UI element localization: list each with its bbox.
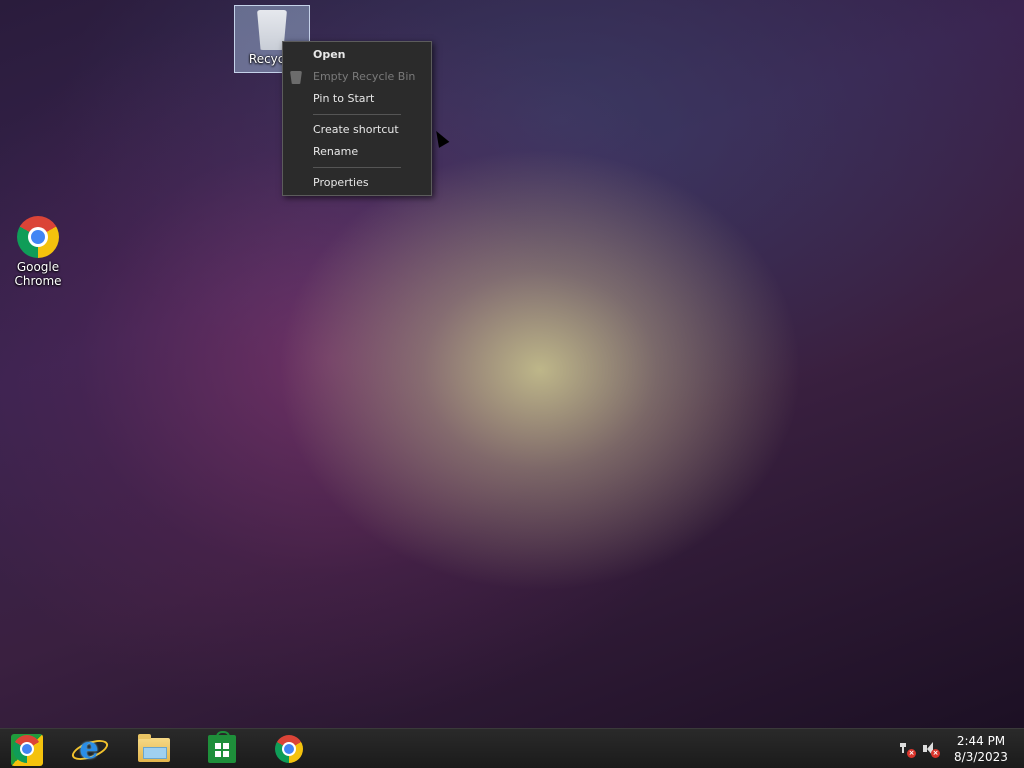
menu-item-label: Create shortcut (313, 123, 399, 136)
store-icon (208, 731, 236, 763)
taskbar-store-button[interactable] (204, 731, 240, 766)
menu-item-rename[interactable]: Rename (283, 141, 431, 163)
clock-date: 8/3/2023 (954, 750, 1008, 764)
internet-explorer-icon: e (79, 731, 99, 766)
menu-item-label: Properties (313, 176, 369, 189)
menu-item-label: Rename (313, 145, 359, 158)
clock-time: 2:44 PM (956, 734, 1006, 748)
menu-item-empty-recycle-bin: Empty Recycle Bin (283, 66, 431, 88)
mouse-cursor-icon (431, 128, 450, 148)
taskbar-chrome-button[interactable] (271, 732, 307, 766)
store-grid-icon (215, 743, 229, 757)
menu-item-label: Empty Recycle Bin (313, 70, 416, 83)
taskbar-start-chrome-button[interactable] (9, 732, 45, 766)
recycle-bin-small-icon (290, 71, 302, 84)
mute-x-icon: × (931, 749, 940, 758)
chrome-label-line1: Google (16, 260, 60, 274)
taskbar-internet-explorer-button[interactable]: e (69, 731, 111, 766)
menu-item-properties[interactable]: Properties (283, 172, 431, 194)
network-disconnected-icon[interactable]: × (898, 741, 916, 758)
chrome-start-icon (13, 735, 41, 763)
volume-muted-icon[interactable]: × (922, 741, 940, 758)
menu-item-create-shortcut[interactable]: Create shortcut (283, 119, 431, 141)
menu-item-label: Open (313, 48, 346, 61)
chrome-icon (275, 735, 303, 763)
menu-separator (313, 167, 401, 168)
chrome-desktop-icon[interactable]: Google Chrome (0, 216, 76, 288)
taskbar: e × × 2:44 PM 8/3/2023 (0, 728, 1024, 768)
desktop[interactable]: Recycle Google Chrome Open Empty Recycle… (0, 0, 1024, 728)
chrome-label-line2: Chrome (14, 274, 62, 288)
menu-item-pin-to-start[interactable]: Pin to Start (283, 88, 431, 110)
menu-item-open[interactable]: Open (283, 44, 431, 66)
system-clock[interactable]: 2:44 PM 8/3/2023 (946, 733, 1016, 765)
menu-item-label: Pin to Start (313, 92, 375, 105)
chrome-icon (17, 216, 59, 258)
context-menu: Open Empty Recycle Bin Pin to Start Crea… (282, 41, 432, 196)
error-x-icon: × (907, 749, 916, 758)
taskbar-file-explorer-button[interactable] (136, 732, 172, 766)
file-explorer-icon (138, 734, 170, 762)
menu-separator (313, 114, 401, 115)
